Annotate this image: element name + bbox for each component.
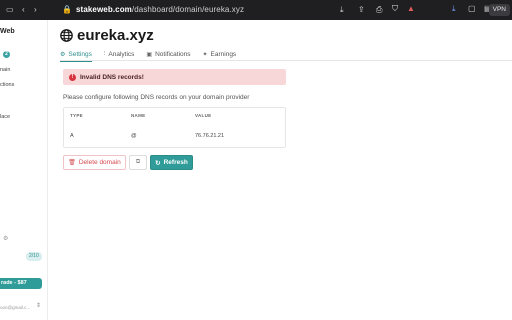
sidebar-item-domain[interactable]: nain xyxy=(0,67,10,73)
tab-label: Earnings xyxy=(210,51,237,58)
browser-toolbar: ▭ ‹ › 🔒 stakeweb.com/dashboard/domain/eu… xyxy=(0,0,512,20)
main-content: eureka.xyz ⚙ Settings ⫶ Analytics ▣ Noti… xyxy=(48,20,512,320)
bookmark-icon[interactable]: ⎙ xyxy=(376,6,382,14)
download-manager-icon[interactable]: ⤓ xyxy=(452,5,456,13)
column-header-name: NAME xyxy=(131,112,146,118)
forward-icon[interactable]: › xyxy=(34,6,37,14)
account-chevron-icon[interactable]: ⇕ xyxy=(36,302,41,309)
sidebar-toggle-icon[interactable]: ▭ xyxy=(6,6,14,14)
address-bar[interactable]: stakeweb.com/dashboard/domain/eureka.xyz xyxy=(76,5,244,14)
lock-icon: 🔒 xyxy=(62,5,72,14)
money-icon: ✦ xyxy=(202,52,208,58)
sidebar: Web 2 nain ctions lace ⚙ 2/10 rade - $87… xyxy=(0,20,48,320)
chart-icon: ⫶ xyxy=(103,51,106,57)
sidebar-badge: 2 xyxy=(3,51,10,58)
delete-label: Delete domain xyxy=(78,159,121,166)
column-header-type: TYPE xyxy=(70,112,83,118)
tab-label: Settings xyxy=(68,51,92,58)
open-external-button[interactable]: ⧉ xyxy=(129,155,147,170)
sidebar-item-marketplace[interactable]: lace xyxy=(0,114,10,120)
vpn-button[interactable]: VPN xyxy=(488,4,510,16)
record-name: @ xyxy=(131,132,137,139)
column-header-value: VALUE xyxy=(195,112,212,118)
sidebar-brand: Web xyxy=(0,28,15,35)
settings-gear-icon[interactable]: ⚙ xyxy=(3,235,8,242)
domains-count-badge: 2/10 xyxy=(26,252,42,261)
error-alert: ! Invalid DNS records! xyxy=(63,69,286,85)
address-path: /dashboard/domain/eureka.xyz xyxy=(131,5,245,14)
refresh-label: Refresh xyxy=(163,159,188,166)
sidebar-item-transactions[interactable]: ctions xyxy=(0,82,14,88)
external-link-icon: ⧉ xyxy=(135,159,141,165)
table-row: A @ 76.76.21.21 xyxy=(64,122,285,149)
tab-notifications[interactable]: ▣ Notifications xyxy=(146,48,190,61)
tab-label: Analytics xyxy=(108,51,135,58)
brave-rewards-icon[interactable]: ▲ xyxy=(407,5,415,13)
dns-records-table: TYPE NAME VALUE A @ 76.76.21.21 xyxy=(63,107,286,148)
download-icon[interactable]: ⤓ xyxy=(340,6,344,14)
tab-analytics[interactable]: ⫶ Analytics xyxy=(104,48,135,61)
tab-bar: ⚙ Settings ⫶ Analytics ▣ Notifications ✦… xyxy=(60,48,512,62)
upgrade-button[interactable]: rade - $87 xyxy=(0,278,42,289)
user-email: oon@gmail.c... xyxy=(0,305,31,310)
page-title: eureka.xyz xyxy=(77,27,154,44)
refresh-button[interactable]: ↻ Refresh xyxy=(150,155,193,170)
delete-domain-button[interactable]: 🗑 Delete domain xyxy=(63,155,126,170)
address-domain: stakeweb.com xyxy=(76,5,132,14)
shield-icon[interactable]: ⛉ xyxy=(392,5,398,13)
alert-message: Invalid DNS records! xyxy=(80,73,144,81)
tab-earnings[interactable]: ✦ Earnings xyxy=(203,48,237,61)
record-value[interactable]: 76.76.21.21 xyxy=(195,133,224,139)
bell-icon: ▣ xyxy=(146,52,153,58)
error-icon: ! xyxy=(69,73,76,81)
back-icon[interactable]: ‹ xyxy=(22,6,25,14)
record-type: A xyxy=(70,132,74,139)
globe-icon xyxy=(60,29,73,42)
tabs-icon[interactable]: ▢ xyxy=(468,5,476,13)
tab-label: Notifications xyxy=(155,51,191,58)
share-icon[interactable]: ⇪ xyxy=(358,6,365,14)
gear-icon: ⚙ xyxy=(60,52,66,58)
page-header: eureka.xyz xyxy=(60,27,154,44)
tab-settings[interactable]: ⚙ Settings xyxy=(60,48,92,62)
dns-instructions: Please configure following DNS records o… xyxy=(63,94,250,101)
table-header: TYPE NAME VALUE xyxy=(64,108,285,122)
trash-icon: 🗑 xyxy=(68,160,76,166)
refresh-icon: ↻ xyxy=(155,159,161,167)
